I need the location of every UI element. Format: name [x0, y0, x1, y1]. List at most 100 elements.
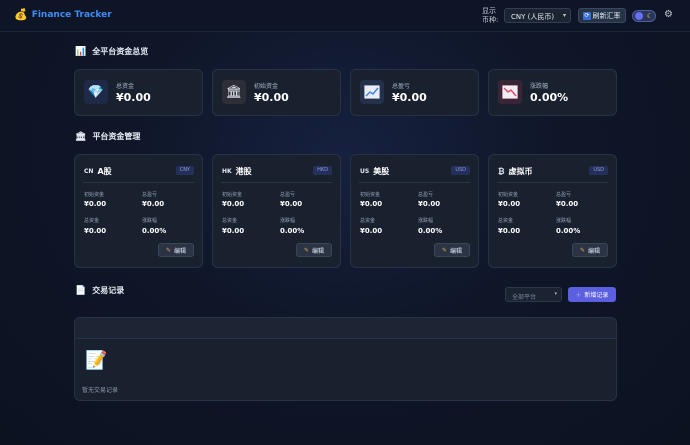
pnl-label: 总盈亏: [418, 192, 434, 198]
change-value: 0.00%: [418, 227, 443, 235]
initial-label: 初始资金: [222, 192, 243, 198]
total-label: 总资金: [222, 218, 238, 224]
currency-select-value: CNY (人民币): [511, 13, 555, 21]
pnl-label: 总盈亏: [280, 192, 296, 198]
add-record-label: 新增记录: [584, 292, 609, 299]
memo-icon: 📝: [85, 350, 108, 371]
plus-icon: +: [575, 290, 582, 299]
overview-card-label: 涨跌幅: [530, 83, 549, 90]
overview-card-label: 总盈亏: [392, 83, 411, 90]
total-label: 总资金: [498, 218, 514, 224]
initial-value: ¥0.00: [498, 200, 521, 208]
transactions-title-text: 交易记录: [92, 286, 125, 295]
platform-code: CN: [84, 168, 94, 175]
refresh-icon: ⟳: [583, 11, 591, 20]
overview-card-pnl: 总盈亏 ¥0.00: [350, 69, 479, 116]
empty-state-text: 暂无交易记录: [82, 387, 119, 394]
refresh-rates-button[interactable]: ⟳ 刷新汇率: [578, 8, 626, 23]
gem-icon: 💎: [84, 80, 108, 104]
platform-code: ₿: [498, 167, 505, 176]
add-record-button[interactable]: + 新增记录: [568, 287, 616, 302]
edit-button[interactable]: ✎ 编辑: [572, 243, 608, 257]
total-value: ¥0.00: [498, 227, 521, 235]
total-value: ¥0.00: [360, 227, 383, 235]
platform-name: A股: [97, 167, 112, 176]
initial-value: ¥0.00: [84, 200, 107, 208]
edit-label: 编辑: [450, 247, 463, 255]
platform-filter-value: 全部平台: [512, 294, 537, 301]
pencil-icon: ✎: [441, 246, 447, 254]
change-label: 涨跌幅: [418, 218, 434, 224]
divider: [221, 182, 332, 183]
change-value: 0.00%: [556, 227, 581, 235]
overview-card-change: 涨跌幅 0.00%: [488, 69, 617, 116]
bank-icon: 🏛: [75, 131, 87, 142]
trend-down-icon: [498, 80, 522, 104]
overview-card-value: ¥0.00: [392, 91, 427, 104]
initial-label: 初始资金: [84, 192, 105, 198]
change-label: 涨跌幅: [280, 218, 296, 224]
currency-badge: USD: [589, 166, 608, 175]
platform-card-hk: HK 港股 HKD 初始资金 ¥0.00 总盈亏 ¥0.00 总资金 ¥0.00…: [212, 154, 341, 268]
initial-value: ¥0.00: [360, 200, 383, 208]
chevron-down-icon: ▾: [562, 12, 566, 19]
gear-icon[interactable]: ⚙: [664, 9, 673, 21]
initial-label: 初始资金: [360, 192, 381, 198]
platform-header: HK 港股: [222, 166, 252, 177]
refresh-rates-label: 刷新汇率: [592, 11, 621, 20]
overview-title: 📊 全平台资金总览: [75, 46, 148, 57]
edit-label: 编辑: [312, 247, 325, 255]
change-label: 涨跌幅: [142, 218, 158, 224]
edit-button[interactable]: ✎ 编辑: [296, 243, 332, 257]
brand[interactable]: 💰 Finance Tracker: [14, 9, 112, 21]
platform-card-us: US 美股 USD 初始资金 ¥0.00 总盈亏 ¥0.00 总资金 ¥0.00…: [350, 154, 479, 268]
change-value: 0.00%: [280, 227, 305, 235]
change-value: 0.00%: [142, 227, 167, 235]
platform-header: US 美股: [360, 166, 389, 177]
transactions-panel: 📝 暂无交易记录: [74, 317, 617, 401]
total-label: 总资金: [84, 218, 100, 224]
overview-card-label: 总资金: [116, 83, 135, 90]
edit-button[interactable]: ✎ 编辑: [158, 243, 194, 257]
pencil-icon: ✎: [579, 246, 585, 254]
theme-toggle[interactable]: ☾: [632, 10, 656, 22]
memo-icon: 📄: [75, 285, 87, 296]
pnl-value: ¥0.00: [280, 200, 303, 208]
edit-label: 编辑: [588, 247, 601, 255]
platform-card-crypto: ₿ 虚拟币 USD 初始资金 ¥0.00 总盈亏 ¥0.00 总资金 ¥0.00…: [488, 154, 617, 268]
platform-header: ₿ 虚拟币: [498, 166, 533, 177]
pnl-label: 总盈亏: [142, 192, 158, 198]
pnl-value: ¥0.00: [418, 200, 441, 208]
total-value: ¥0.00: [84, 227, 107, 235]
moon-icon: ☾: [646, 12, 653, 20]
overview-card-value: ¥0.00: [116, 91, 151, 104]
top-bar: 💰 Finance Tracker 显示币种: CNY (人民币) ▾ ⟳ 刷新…: [0, 0, 690, 32]
divider: [83, 182, 194, 183]
bank-icon: 🏛: [222, 80, 246, 104]
divider: [359, 182, 470, 183]
currency-label: 显示币种:: [482, 7, 499, 24]
pencil-icon: ✎: [303, 246, 309, 254]
initial-label: 初始资金: [498, 192, 519, 198]
currency-badge: USD: [451, 166, 470, 175]
overview-card-initial: 🏛 初始资金 ¥0.00: [212, 69, 341, 116]
total-label: 总资金: [360, 218, 376, 224]
platform-filter-select[interactable]: 全部平台 ▾: [505, 287, 562, 302]
platforms-title-text: 平台资金管理: [92, 132, 141, 141]
overview-title-text: 全平台资金总览: [92, 47, 149, 56]
pnl-value: ¥0.00: [556, 200, 579, 208]
edit-button[interactable]: ✎ 编辑: [434, 243, 470, 257]
platform-card-cn: CN A股 CNY 初始资金 ¥0.00 总盈亏 ¥0.00 总资金 ¥0.00…: [74, 154, 203, 268]
platform-code: HK: [222, 168, 232, 175]
app-title: Finance Tracker: [31, 10, 112, 20]
currency-badge: CNY: [175, 166, 194, 175]
money-bag-icon: 💰: [14, 8, 28, 21]
platform-name: 港股: [235, 167, 252, 176]
bar-chart-icon: 📊: [75, 46, 87, 57]
currency-select[interactable]: CNY (人民币) ▾: [504, 8, 571, 23]
transactions-title: 📄 交易记录: [75, 285, 124, 296]
toggle-knob: [635, 12, 643, 20]
transactions-table-header: [75, 318, 616, 339]
platforms-title: 🏛 平台资金管理: [75, 131, 140, 142]
chevron-down-icon: ▾: [554, 291, 557, 297]
